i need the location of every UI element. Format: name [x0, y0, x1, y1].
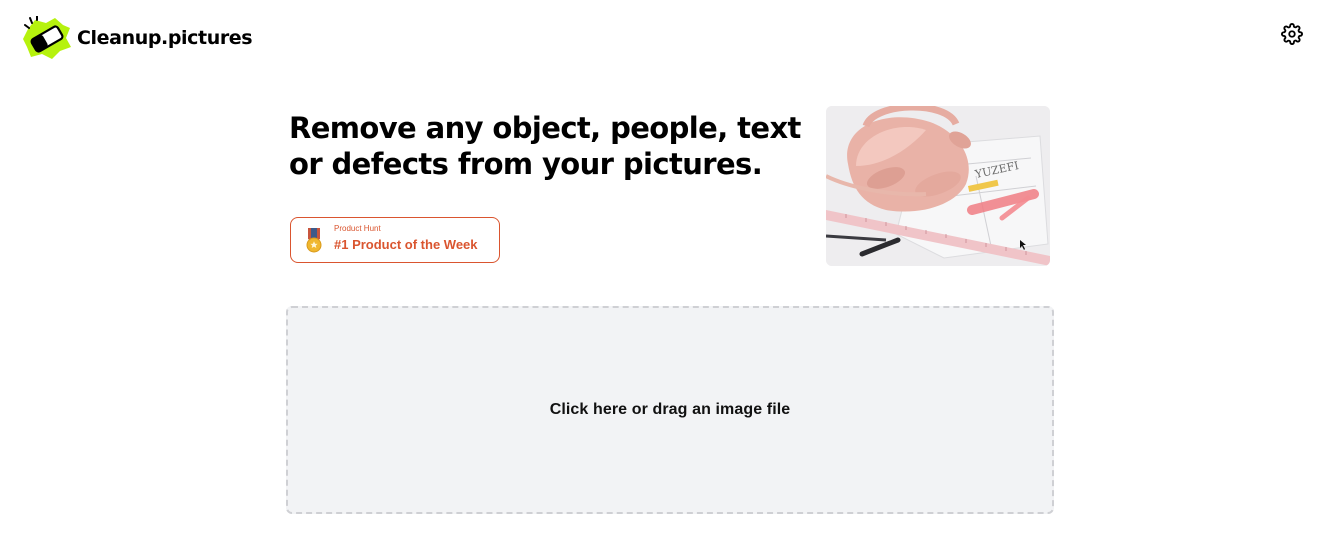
app-name: Cleanup.pictures	[77, 27, 253, 49]
image-dropzone[interactable]: Click here or drag an image file	[286, 306, 1054, 514]
product-hunt-title: #1 Product of the Week	[334, 237, 478, 252]
example-photo-illustration: YUZEFI	[826, 106, 1050, 266]
product-hunt-text: Product Hunt #1 Product of the Week	[334, 224, 478, 253]
eraser-logo-icon	[23, 16, 71, 59]
settings-button[interactable]	[1280, 22, 1304, 46]
product-hunt-badge[interactable]: Product Hunt #1 Product of the Week	[290, 217, 500, 263]
hero-example-image: YUZEFI	[826, 106, 1050, 266]
header: Cleanup.pictures	[0, 0, 1327, 76]
medal-icon	[306, 228, 322, 253]
gear-icon	[1281, 23, 1303, 45]
dropzone-label: Click here or drag an image file	[549, 401, 791, 418]
hero-headline: Remove any object, people, text or defec…	[289, 111, 801, 181]
product-hunt-label: Product Hunt	[334, 224, 381, 233]
logo-link[interactable]: Cleanup.pictures	[22, 16, 253, 60]
